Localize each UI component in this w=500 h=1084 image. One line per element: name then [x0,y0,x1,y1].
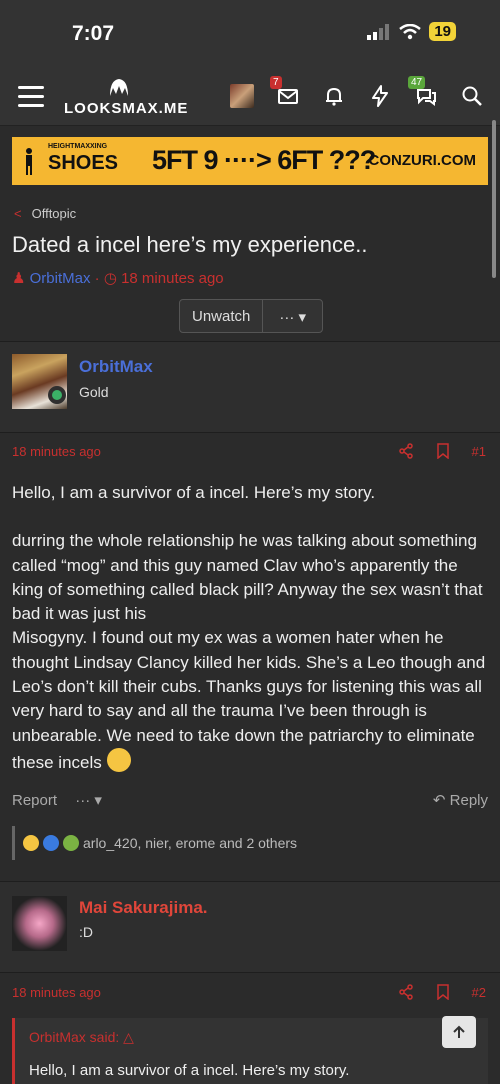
post-user-title: Gold [79,384,109,400]
bookmark-icon[interactable] [436,443,450,459]
like-emoji-icon [43,835,59,851]
bookmark-icon[interactable] [436,984,450,1000]
post-more-button[interactable]: ··· ▾ [75,792,102,809]
inbox-icon[interactable]: 7 [270,76,300,108]
avatar[interactable] [12,896,67,951]
wink-emoji-icon [106,747,131,772]
thread-more-button[interactable]: ··· ▾ [262,300,322,332]
sick-emoji-icon [63,835,79,851]
reply-icon: ↶ [432,792,450,809]
post-actions: #2 [398,984,486,1000]
person-icon [26,148,32,175]
post-paragraph-end: Misogyny. I found out my ex was a women … [12,628,486,772]
share-icon[interactable] [398,443,414,459]
chat-icon[interactable]: 47 [408,76,438,108]
bell-icon[interactable] [322,84,346,108]
clock-icon: ◷ [103,270,117,287]
thread-meta: ♟ OrbitMax · ◷ 18 minutes ago [12,269,224,287]
lightning-icon[interactable] [368,84,392,108]
quote-header[interactable]: OrbitMax said: △ [29,1029,134,1046]
post-time[interactable]: 18 minutes ago [12,444,101,459]
search-icon[interactable] [460,84,484,108]
reactions-bar[interactable]: arlo_420, nier, erome and 2 others [12,826,488,860]
breadcrumb[interactable]: < Offtopic [14,206,76,221]
unwatch-button[interactable]: Unwatch [180,300,262,332]
banner-brand: SHOES [48,152,119,174]
top-navbar: LOOKSMAX.ME 7 47 [0,70,500,126]
site-logo[interactable]: LOOKSMAX.ME [64,100,188,117]
arrow-up-circle-icon: △ [123,1029,134,1045]
page-scrollbar[interactable] [492,120,496,278]
post-actions: #1 [398,443,486,459]
conversations-badge: 47 [408,76,426,89]
thread-title: Dated a incel here’s my experience.. [12,232,368,257]
post-1-header: OrbitMax Gold [0,342,500,432]
post-paragraph: durring the whole relationship he was ta… [12,531,483,624]
reply-button[interactable]: ↶ Reply [433,791,488,809]
banner-headline: 5FT 9 ····> 6FT ??? [152,145,376,175]
reactions-list[interactable]: arlo_420, nier, erome and 2 others [83,835,297,851]
scroll-to-top-button[interactable] [442,1016,476,1048]
status-time: 7:07 [72,22,115,45]
alerts-badge: 7 [270,76,282,89]
post-footer: Report ··· ▾ ↶ Reply [12,791,488,809]
post-2-header [0,882,500,972]
post-time[interactable]: 18 minutes ago [12,985,101,1000]
post-body: Hello, I am a survivor of a incel. Here’… [12,481,488,775]
post-username[interactable]: Mai Sakurajima. [79,898,208,918]
post-user-title: :D [79,924,93,940]
menu-icon[interactable] [18,86,44,108]
laugh-emoji-icon [23,835,39,851]
nav-icons: 7 47 [230,76,484,108]
divider [0,432,500,433]
meta-separator: · [94,270,100,287]
thread-author[interactable]: OrbitMax [30,270,91,287]
status-icons: 19 [367,22,456,41]
user-avatar[interactable] [230,84,254,108]
arrow-up-icon [453,1025,465,1038]
status-bar: 7:07 19 [0,0,500,70]
online-status-icon [48,386,66,404]
chevron-left-icon: < [14,206,22,221]
banner-site: CONZURI.COM [368,152,477,169]
divider [0,972,500,973]
signal-icon [367,23,390,40]
banner-tag: HEIGHTMAXXING [48,143,108,150]
post-number[interactable]: #2 [472,985,486,1000]
quote-block: OrbitMax said: △ Hello, I am a survivor … [12,1018,488,1084]
post-number[interactable]: #1 [472,444,486,459]
wifi-icon [399,23,422,39]
ad-banner[interactable]: HEIGHTMAXXING SHOES 5FT 9 ····> 6FT ??? … [12,137,488,185]
user-icon: ♟ [12,270,26,287]
logo-hair-icon [110,79,128,96]
quote-text: Hello, I am a survivor of a incel. Here’… [29,1062,350,1079]
report-button[interactable]: Report [12,792,57,809]
post-username[interactable]: OrbitMax [79,357,153,377]
thread-actions: Unwatch ··· ▾ [179,299,324,333]
breadcrumb-label: Offtopic [31,206,77,221]
share-icon[interactable] [398,984,414,1000]
post-paragraph: Hello, I am a survivor of a incel. Here’… [12,483,376,502]
thread-time[interactable]: 18 minutes ago [121,270,224,287]
battery-icon: 19 [429,22,456,41]
